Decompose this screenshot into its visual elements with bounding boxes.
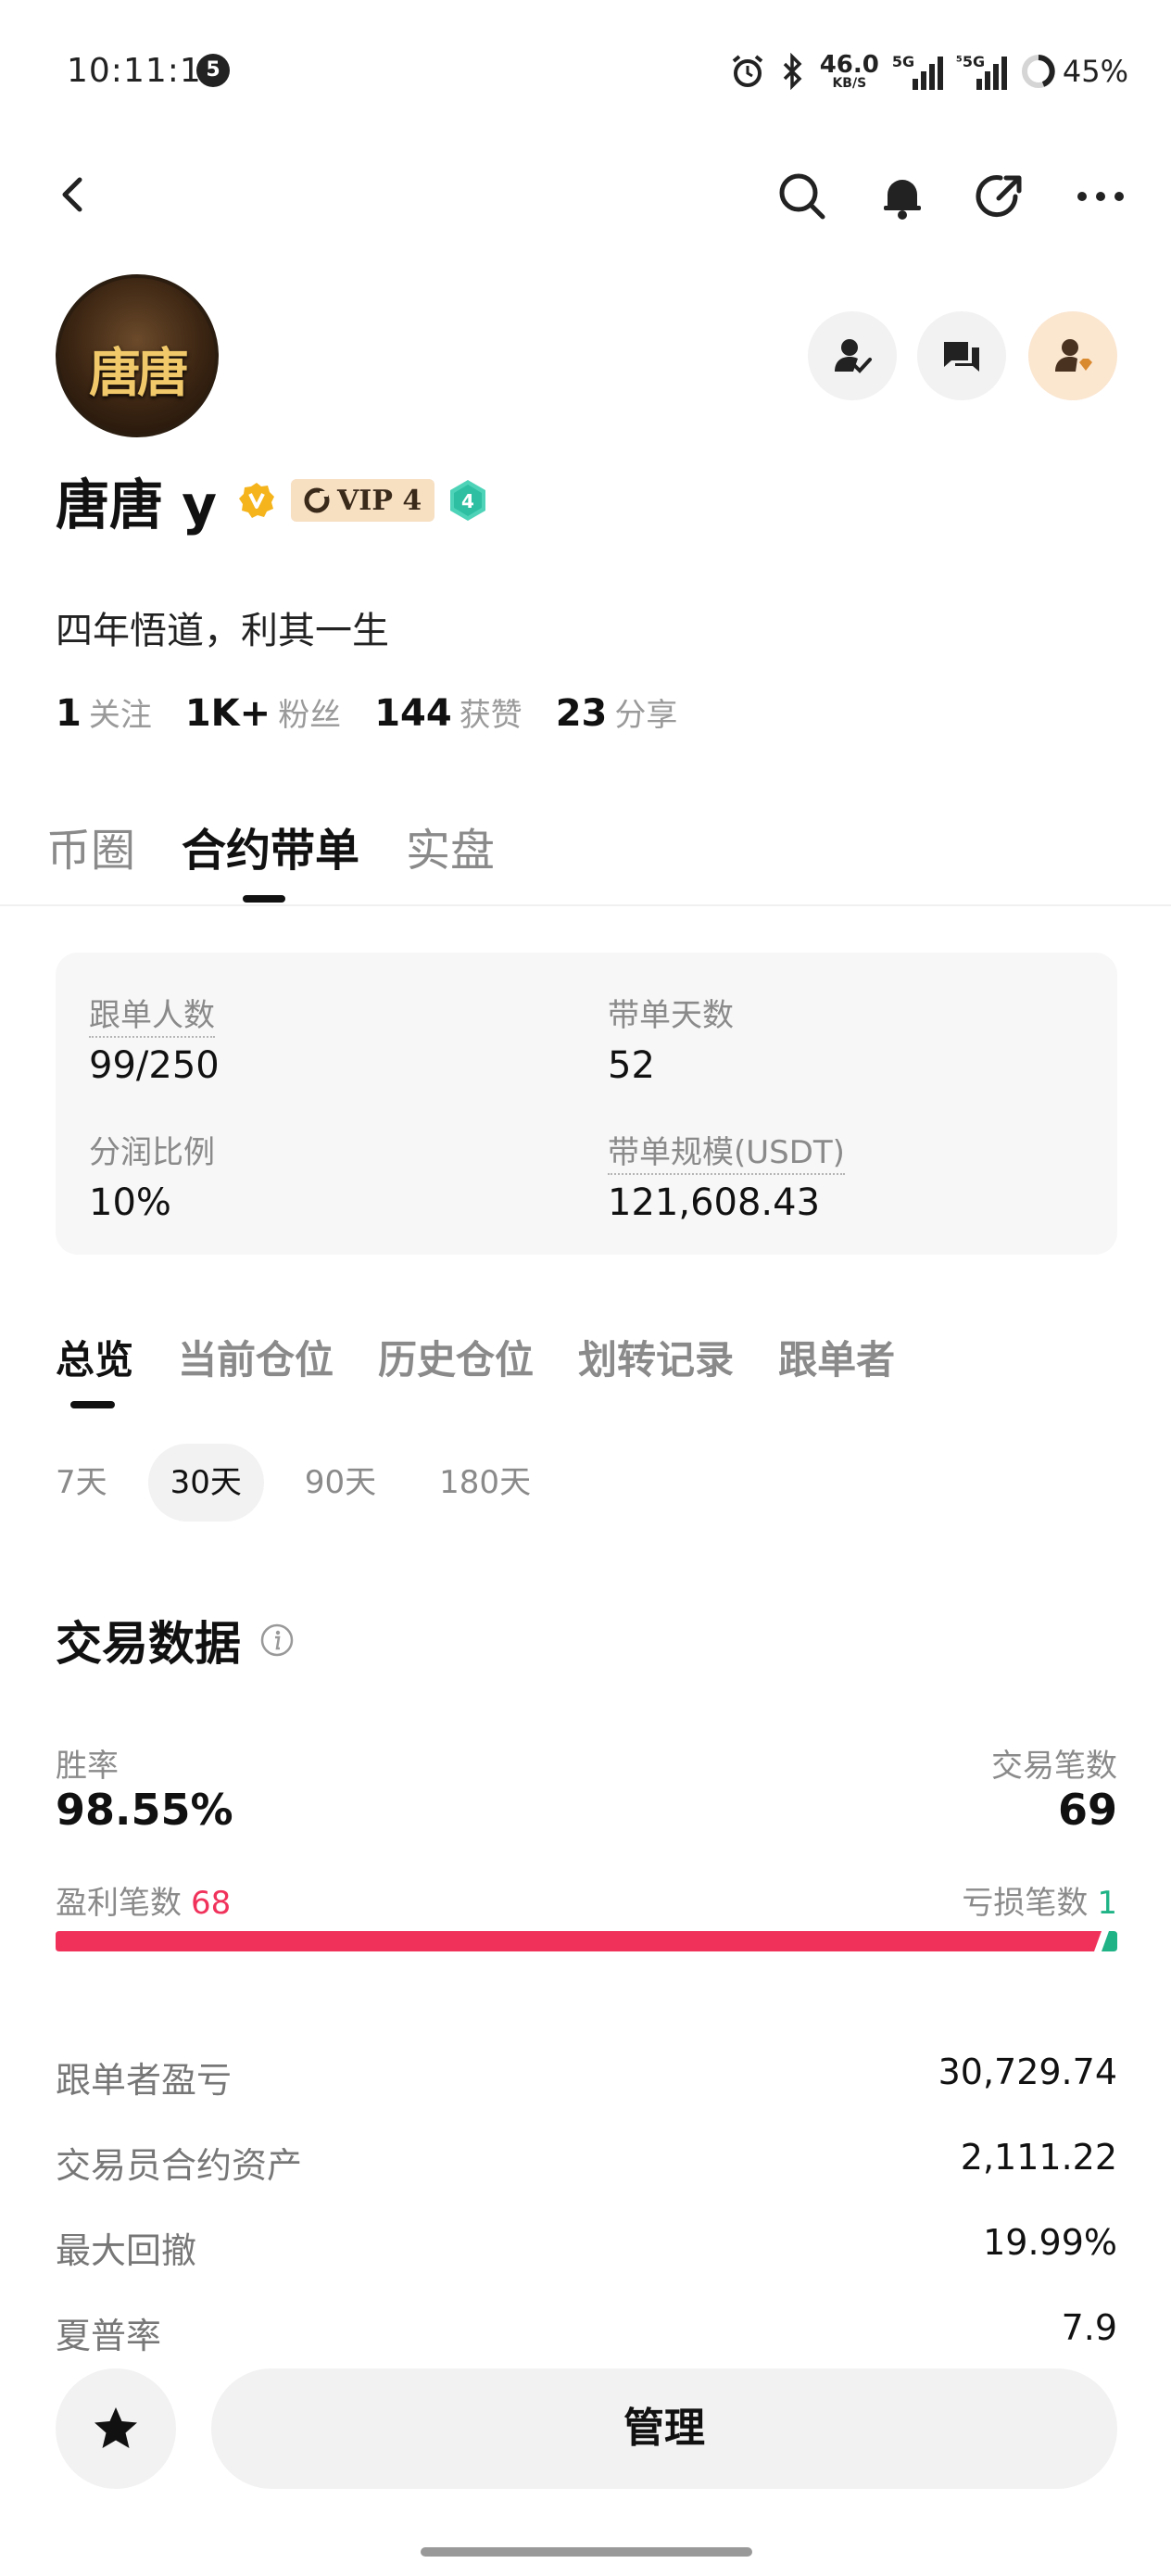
- active-subtab-indicator: [70, 1401, 115, 1408]
- avatar[interactable]: 唐唐: [56, 274, 219, 437]
- profit-ratio-segment: [56, 1931, 1102, 1951]
- metric-row: 最大回撤 19.99%: [56, 2222, 1117, 2278]
- metric-label: 交易员合约资产: [56, 2145, 303, 2186]
- followers-count: 跟单人数 99/250: [89, 997, 220, 1087]
- favorite-button[interactable]: [56, 2368, 176, 2489]
- loss-ratio-segment: [1102, 1931, 1117, 1951]
- tab-overview[interactable]: 总览: [56, 1329, 133, 1385]
- vip-badge: VIP 4: [291, 479, 435, 522]
- period-30d[interactable]: 30天: [147, 1444, 264, 1522]
- profile-name-row: 唐唐 y VIP 4 4: [56, 465, 488, 537]
- period-7d[interactable]: 7天: [33, 1444, 130, 1522]
- metric-value: 2,111.22: [960, 2137, 1117, 2178]
- tab-transfer-records[interactable]: 划转记录: [578, 1329, 734, 1385]
- user-diamond-icon: [1055, 339, 1092, 372]
- network-speed: 46.0 KB/S: [819, 51, 879, 91]
- win-rate-value: 98.55%: [56, 1785, 233, 1835]
- sub-tabs: 总览 当前仓位 历史仓位 划转记录 跟单者: [56, 1329, 895, 1385]
- chat-icon: [944, 342, 979, 372]
- message-button[interactable]: [917, 311, 1006, 400]
- verified-badge-icon: [239, 483, 275, 518]
- info-icon[interactable]: [259, 1623, 295, 1658]
- metric-row: 跟单者盈亏 30,729.74: [56, 2052, 1117, 2107]
- svg-text:4: 4: [461, 490, 474, 512]
- manage-button[interactable]: 管理: [211, 2368, 1117, 2489]
- metric-row: 夏普率 7.9: [56, 2307, 1117, 2363]
- profit-share-ratio: 分润比例 10%: [89, 1134, 215, 1224]
- profile-stats: 1 关注 1K+ 粉丝 144 获赞 23 分享: [56, 689, 677, 735]
- stat-following[interactable]: 1 关注: [56, 689, 152, 735]
- main-tabs: 币圈 合约带单 实盘: [46, 814, 495, 878]
- bluetooth-icon: [783, 53, 802, 90]
- alarm-icon: [732, 55, 762, 87]
- loss-trades: 亏损笔数 1: [962, 1885, 1117, 1922]
- profile-bio: 四年悟道，利其一生: [56, 610, 389, 652]
- metric-label: 最大回撤: [56, 2230, 197, 2271]
- status-icons: 46.0 KB/S 5G ⁵5G 45%: [729, 48, 1128, 95]
- period-180d[interactable]: 180天: [417, 1444, 553, 1522]
- level-badge-icon: 4: [450, 480, 486, 521]
- metric-label: 夏普率: [56, 2316, 162, 2356]
- tab-coin-circle[interactable]: 币圈: [46, 814, 135, 878]
- share-icon[interactable]: [973, 169, 1028, 224]
- back-icon[interactable]: [48, 169, 100, 221]
- period-selector: 7天 30天 90天 180天: [33, 1444, 553, 1522]
- tab-position-history[interactable]: 历史仓位: [378, 1329, 534, 1385]
- copy-trade-button[interactable]: [1028, 311, 1117, 400]
- battery-percent: 45%: [1062, 54, 1128, 89]
- battery-indicator: 45%: [1020, 53, 1128, 90]
- follow-button[interactable]: [808, 311, 897, 400]
- tab-copiers[interactable]: 跟单者: [778, 1329, 895, 1385]
- signal-icon: 5G: [892, 53, 943, 90]
- metric-label: 跟单者盈亏: [56, 2060, 233, 2101]
- metric-value: 7.9: [1061, 2307, 1117, 2348]
- metric-value: 30,729.74: [938, 2052, 1117, 2092]
- star-icon: [94, 2407, 137, 2448]
- signal-icon: ⁵5G: [956, 53, 1007, 90]
- profile-name: 唐唐 y: [56, 474, 218, 537]
- trading-data-header: 交易数据: [56, 1607, 295, 1673]
- vip-crescent-icon: [304, 487, 330, 513]
- tab-live-trading[interactable]: 实盘: [406, 814, 495, 878]
- home-indicator[interactable]: [421, 2547, 752, 2557]
- status-bar: 10:11:15 5 46.0 KB/S 5G ⁵5G 45%: [0, 0, 1171, 139]
- stat-followers[interactable]: 1K+ 粉丝: [185, 689, 341, 735]
- stat-shares: 23 分享: [555, 692, 678, 735]
- bell-icon[interactable]: [875, 169, 930, 224]
- divider: [0, 904, 1171, 906]
- copy-trading-scale: 带单规模(USDT) 121,608.43: [608, 1134, 845, 1224]
- battery-ring-icon: [1021, 55, 1055, 88]
- profit-trades: 盈利笔数 68: [56, 1885, 232, 1922]
- metric-value: 19.99%: [983, 2222, 1117, 2263]
- top-nav: [0, 148, 1171, 241]
- active-tab-indicator: [243, 895, 285, 903]
- tab-copy-trading[interactable]: 合约带单: [182, 814, 359, 878]
- trade-count-label: 交易笔数: [991, 1748, 1117, 1785]
- metric-row: 交易员合约资产 2,111.22: [56, 2137, 1117, 2192]
- trading-days: 带单天数 52: [608, 997, 734, 1087]
- search-icon[interactable]: [774, 169, 830, 224]
- user-check-icon: [835, 339, 872, 373]
- notification-count-badge: 5: [196, 54, 230, 87]
- profit-loss-ratio-bar: [56, 1931, 1117, 1951]
- period-90d[interactable]: 90天: [283, 1444, 398, 1522]
- profit-loss-counts: 盈利笔数 68 亏损笔数 1: [56, 1877, 1117, 1922]
- more-icon[interactable]: [1073, 169, 1128, 224]
- stat-likes: 144 获赞: [374, 692, 523, 735]
- trading-data-title: 交易数据: [56, 1617, 241, 1671]
- copy-trading-summary-card: 跟单人数 99/250 带单天数 52 分润比例 10% 带单规模(USDT) …: [56, 953, 1117, 1255]
- win-rate-label: 胜率: [56, 1748, 119, 1785]
- tab-current-positions[interactable]: 当前仓位: [178, 1329, 334, 1385]
- trade-count-value: 69: [1057, 1785, 1117, 1835]
